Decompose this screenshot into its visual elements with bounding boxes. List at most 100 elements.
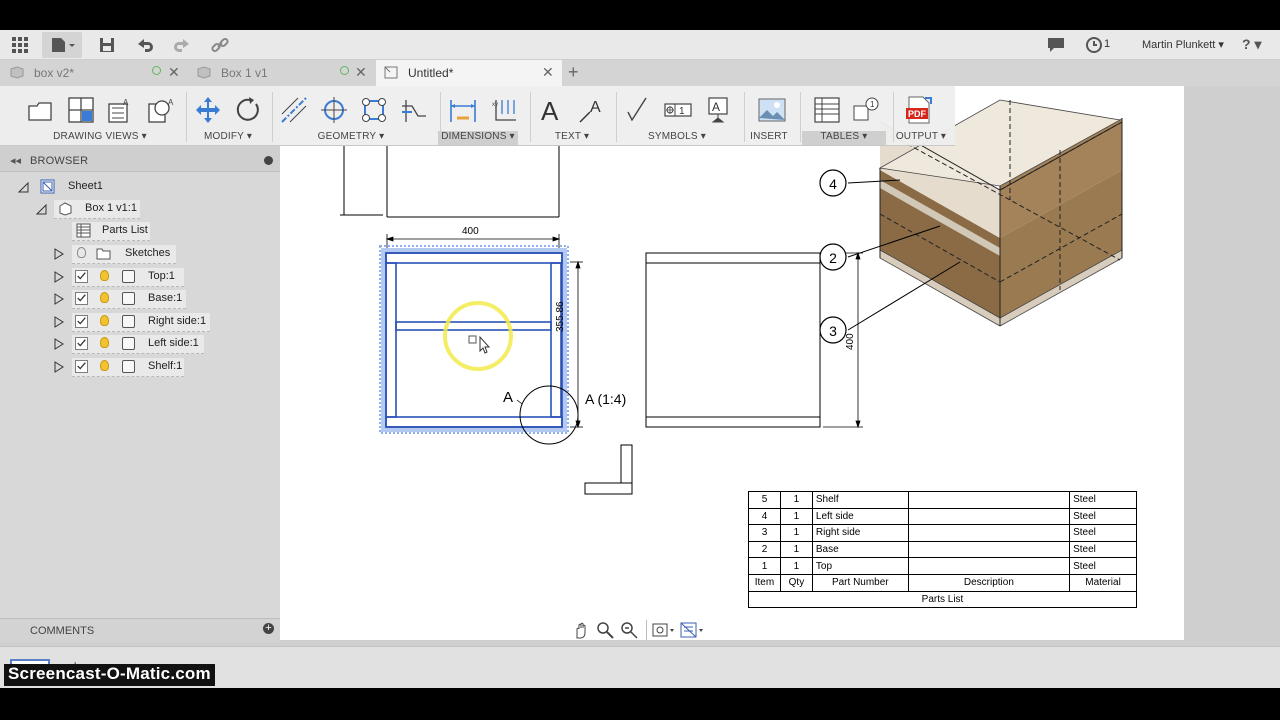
center-mark-pattern-icon[interactable] [360,96,388,124]
parts-list-table[interactable]: 5 1 Shelf Steel 4 1 Left side Steel 3 1 Right si… [748,491,1137,609]
zoom-icon[interactable] [596,621,614,639]
centerline-icon[interactable] [280,96,308,124]
expand-triangle-icon[interactable] [54,293,64,305]
redo-icon[interactable] [171,35,193,55]
job-count[interactable]: 1 [1104,38,1110,50]
tree-item-right-side[interactable]: Right side:1 [0,312,280,332]
visibility-checkbox[interactable] [75,292,88,305]
cell-qty: 1 [779,507,813,526]
expand-triangle-icon[interactable] [54,361,64,373]
tree-item-label: Box 1 v1:1 [85,202,137,214]
collapse-triangle-icon[interactable] [36,204,47,215]
visibility-checkbox[interactable] [75,360,88,373]
share-link-icon[interactable] [209,35,231,55]
group-insert[interactable]: INSERT [746,131,792,145]
visibility-bulb-icon[interactable] [77,247,86,258]
tree-item-base[interactable]: Base:1 [0,289,280,309]
group-tables[interactable]: TABLES ▾ [802,131,886,145]
comments-panel[interactable]: COMMENTS + [0,618,280,642]
tree-item-left-side[interactable]: Left side:1 [0,334,280,354]
comments-icon[interactable] [1045,35,1067,55]
browser-header[interactable]: ◂◂ BROWSER [0,150,280,172]
group-drawing-views[interactable]: DRAWING VIEWS ▾ [20,131,180,145]
rotate-icon[interactable] [234,96,262,124]
visibility-bulb-icon[interactable] [100,292,109,303]
tab-untitled[interactable]: Untitled* ✕ [376,60,562,86]
visibility-bulb-icon[interactable] [100,270,109,281]
user-menu[interactable]: Martin Plunkett ▾ [1142,38,1224,51]
tree-item-box[interactable]: Box 1 v1:1 [0,199,280,219]
collapse-triangle-icon[interactable] [18,182,29,193]
detail-view-icon[interactable]: A [147,96,175,124]
tab-box-1-v1[interactable]: Box 1 v1 ✕ [189,60,375,86]
visibility-checkbox[interactable] [75,270,88,283]
fit-icon[interactable] [620,621,638,639]
tree-item-label: Sketches [125,247,171,259]
surface-texture-icon[interactable] [624,96,652,124]
tree-item-sheet1[interactable]: Sheet1 [0,177,280,197]
balloon-3-label: 3 [829,323,837,339]
tree-item-shelf[interactable]: Shelf:1 [0,357,280,377]
center-mark-icon[interactable] [320,96,348,124]
pdf-output-button[interactable]: PDF [905,96,933,124]
job-status-clock-icon[interactable] [1084,35,1106,55]
help-menu[interactable]: ? ▾ [1242,36,1261,53]
tree-item-label: Top:1 [148,270,175,282]
expand-triangle-icon[interactable] [54,248,64,260]
auto-balloon-icon[interactable]: 1 [852,96,880,124]
detail-marker-a[interactable]: A [503,389,513,406]
expand-triangle-icon[interactable] [54,316,64,328]
group-output[interactable]: OUTPUT ▾ [890,131,952,145]
close-icon[interactable]: ✕ [355,64,367,81]
text-icon[interactable]: A [538,96,566,124]
add-comment-button[interactable]: + [263,623,274,634]
expand-triangle-icon[interactable] [54,338,64,350]
group-dimensions[interactable]: DIMENSIONS ▾ [438,131,518,145]
save-icon[interactable] [96,35,118,55]
new-tab-button[interactable]: + [568,62,579,83]
dimension-355-label[interactable]: 355.86 [555,292,566,332]
close-icon[interactable]: ✕ [168,64,180,81]
cell-part: Base [811,540,909,559]
data-panel-grid-icon[interactable] [9,35,31,55]
insert-image-icon[interactable] [758,96,786,124]
group-modify[interactable]: MODIFY ▾ [188,131,268,145]
cell-qty: 1 [779,540,813,559]
visibility-bulb-icon[interactable] [100,315,109,326]
table-icon[interactable] [813,96,841,124]
tree-item-sketches[interactable]: Sketches [0,244,280,264]
group-geometry[interactable]: GEOMETRY ▾ [276,131,426,145]
pan-hand-icon[interactable] [572,621,590,639]
move-icon[interactable] [194,96,222,124]
visibility-bulb-icon[interactable] [100,337,109,348]
collapse-panel-icon[interactable]: ◂◂ [10,154,21,167]
visibility-checkbox[interactable] [75,315,88,328]
projected-view-icon[interactable] [67,96,95,124]
visibility-bulb-icon[interactable] [100,360,109,371]
close-icon[interactable]: ✕ [542,64,554,81]
dimension-400-side-label[interactable]: 400 [845,320,856,350]
tree-item-top[interactable]: Top:1 [0,267,280,287]
datum-identifier-icon[interactable]: A [704,96,732,124]
grid-snap-icon[interactable] [680,621,706,639]
group-symbols[interactable]: SYMBOLS ▾ [622,131,732,145]
file-menu-button[interactable] [42,32,82,58]
leader-text-icon[interactable]: A [578,96,606,124]
tree-item-parts-list[interactable]: Parts List [0,221,280,241]
minimize-icon[interactable] [264,156,273,165]
feature-control-frame-icon[interactable]: 1 [664,96,692,124]
undo-icon[interactable] [134,35,156,55]
edge-extension-icon[interactable] [400,96,428,124]
section-view-icon[interactable]: A [107,96,135,124]
visibility-checkbox[interactable] [75,337,88,350]
dimension-icon[interactable] [449,96,477,124]
ordinate-dimension-icon[interactable]: xy [490,96,518,124]
expand-triangle-icon[interactable] [54,271,64,283]
group-text[interactable]: TEXT ▾ [534,131,610,145]
dimension-400-top-label[interactable]: 400 [462,226,479,237]
tab-box-v2[interactable]: box v2* ✕ [0,60,188,86]
cloud-sync-icon [340,66,349,75]
display-settings-icon[interactable] [652,621,676,639]
detail-view-label[interactable]: A (1:4) [585,391,626,407]
base-view-icon[interactable] [27,96,55,124]
